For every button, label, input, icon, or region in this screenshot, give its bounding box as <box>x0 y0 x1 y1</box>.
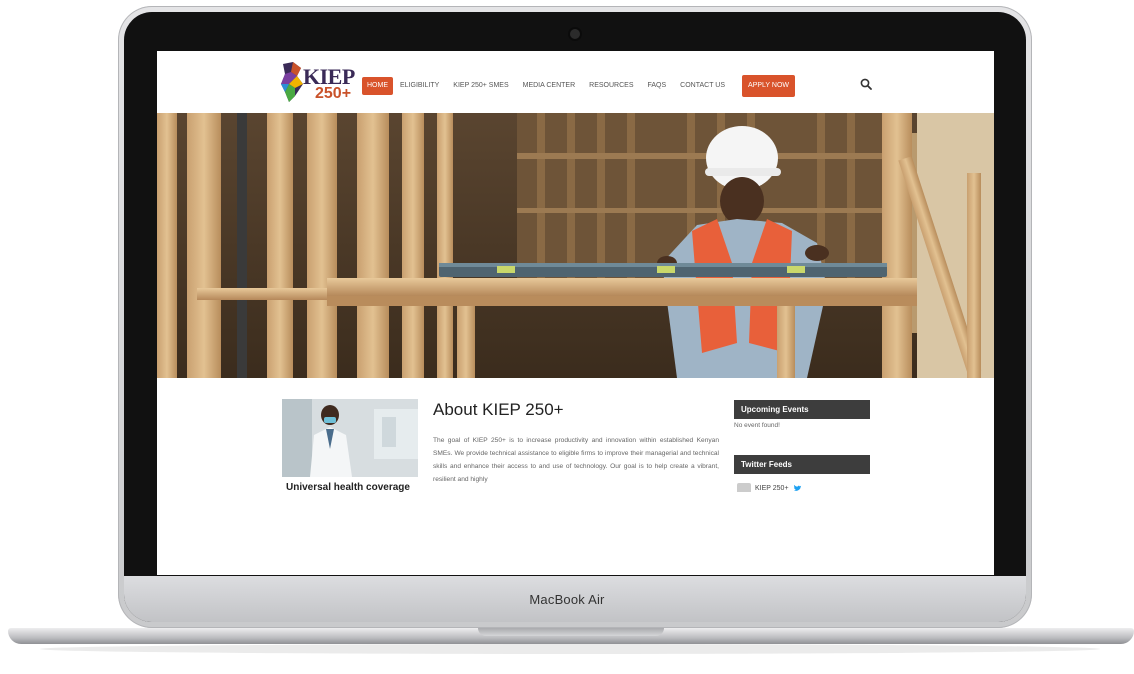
avatar <box>737 483 751 492</box>
laptop-shadow <box>40 644 1100 654</box>
model-label: MacBook Air <box>529 592 605 607</box>
main-nav: HOME ELIGIBILITY KIEP 250+ SMEs MEDIA CE… <box>362 75 796 97</box>
lid-notch <box>478 628 664 636</box>
about-heading: About KIEP 250+ <box>433 400 564 419</box>
news-thumbnail[interactable] <box>282 399 418 477</box>
nav-item-media-center[interactable]: MEDIA CENTER <box>516 77 583 95</box>
site-header: KIEP 250+ HOME ELIGIBILITY KIEP 250+ SME… <box>157 51 994 113</box>
nav-item-smes[interactable]: KIEP 250+ SMEs <box>446 77 515 95</box>
twitter-feeds-heading: Twitter Feeds <box>734 455 870 474</box>
hero-photo <box>157 113 994 378</box>
nav-item-home[interactable]: HOME <box>362 77 393 95</box>
nav-item-contact[interactable]: CONTACT US <box>673 77 732 95</box>
hero-banner <box>157 113 994 378</box>
twitter-bird-icon <box>793 484 801 491</box>
nav-item-resources[interactable]: RESOURCES <box>582 77 640 95</box>
apply-now-button[interactable]: APPLY NOW <box>742 75 796 97</box>
no-events-text: No event found! <box>734 422 780 429</box>
nav-item-faqs[interactable]: FAQS <box>640 77 673 95</box>
news-photo <box>282 399 418 477</box>
tweet-item[interactable]: KIEP 250+ <box>737 483 802 492</box>
news-caption[interactable]: Universal health coverage <box>286 482 410 492</box>
tweet-username[interactable]: KIEP 250+ <box>755 485 789 492</box>
search-icon[interactable] <box>860 78 872 90</box>
about-paragraph: The goal of KIEP 250+ is to increase pro… <box>433 437 719 483</box>
webcam-icon <box>570 29 580 39</box>
nav-item-eligibility[interactable]: ELIGIBILITY <box>393 77 446 95</box>
upcoming-events-heading: Upcoming Events <box>734 400 870 419</box>
site-logo[interactable]: KIEP 250+ <box>281 60 355 106</box>
logo-text-250: 250+ <box>315 85 352 102</box>
website-screen: KIEP 250+ HOME ELIGIBILITY KIEP 250+ SME… <box>157 51 994 575</box>
